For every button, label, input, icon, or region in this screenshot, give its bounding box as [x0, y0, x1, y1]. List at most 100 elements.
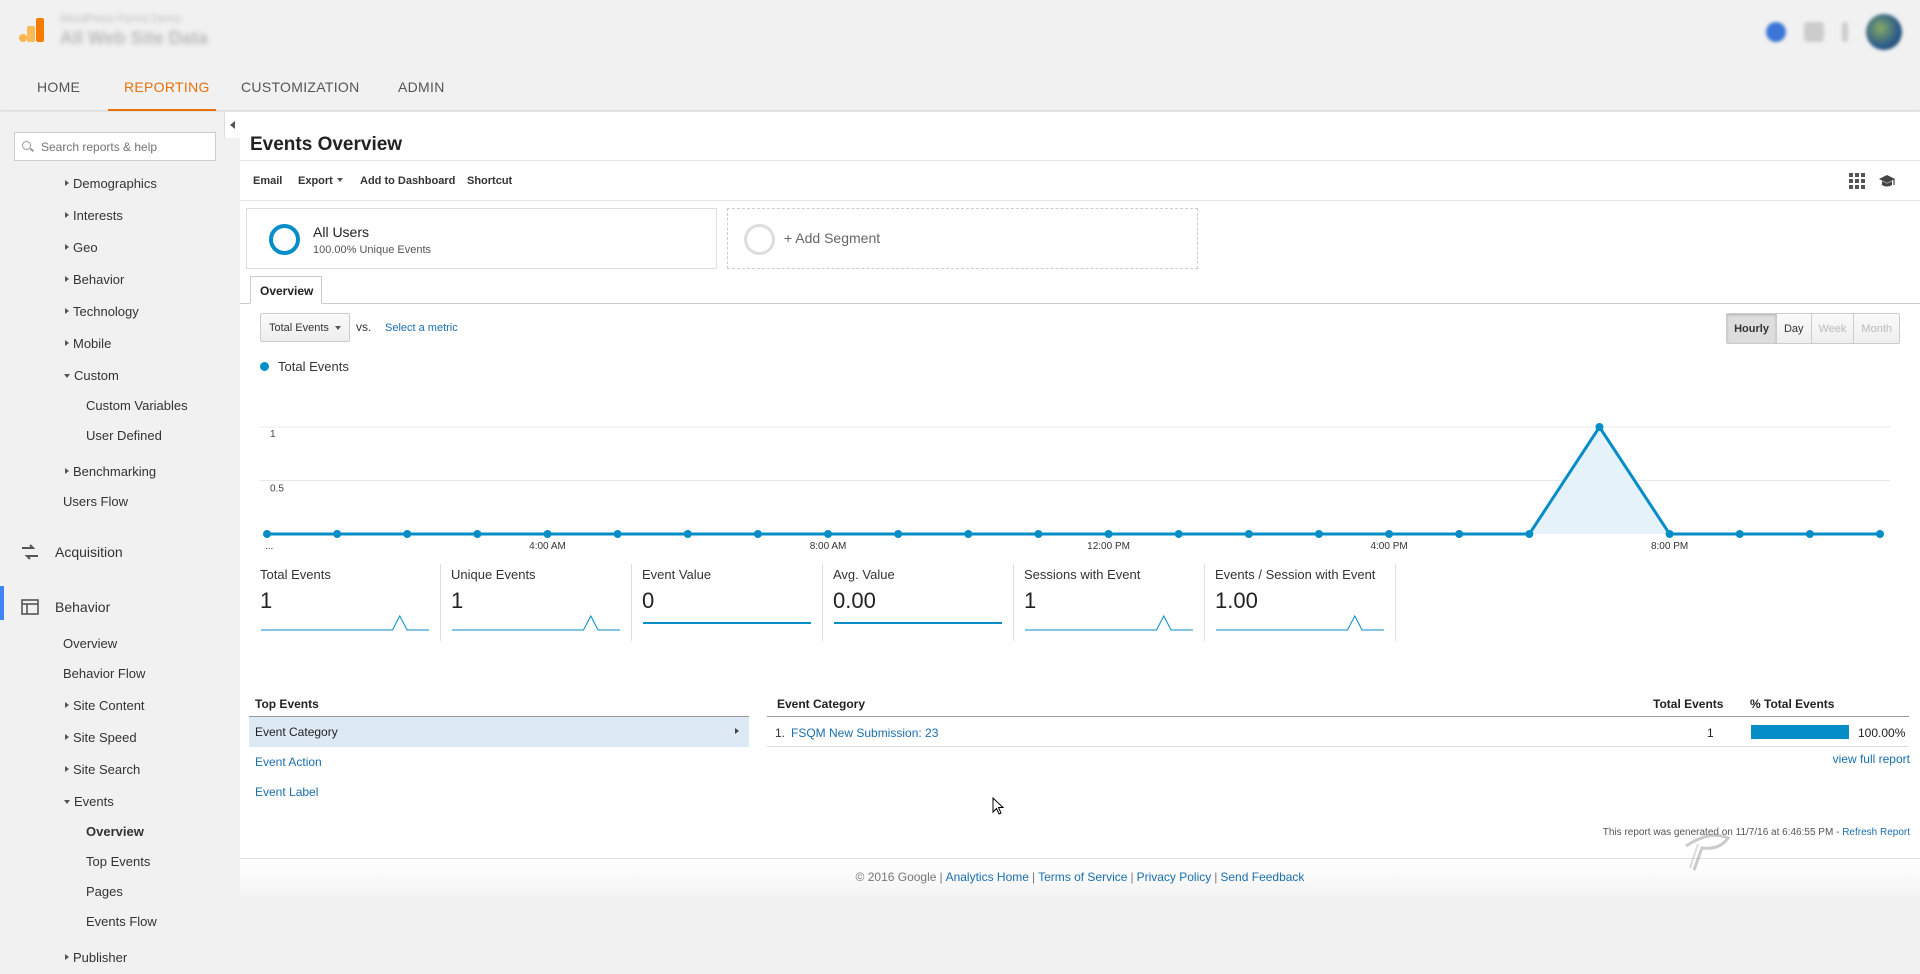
acquisition-icon [22, 544, 38, 560]
sidebar-item-user-defined[interactable]: User Defined [86, 428, 162, 443]
scorecard[interactable]: Total Events 1 [250, 564, 441, 641]
sidebar-item-technology[interactable]: Technology [65, 304, 139, 319]
tab-overview[interactable]: Overview [250, 276, 322, 304]
account-selector[interactable]: WordPress Forms Demo All Web Site Data [60, 13, 208, 49]
dimension-event-label[interactable]: Event Label [249, 777, 749, 807]
more-icon[interactable] [1842, 22, 1848, 42]
sidebar-item-users-flow[interactable]: Users Flow [63, 494, 128, 509]
sidebar-item-label: Custom [74, 368, 119, 383]
scorecard[interactable]: Events / Session with Event 1.00 [1205, 564, 1396, 641]
sidebar-item-audience-behavior[interactable]: Behavior [65, 272, 124, 287]
sidebar-item-custom-variables[interactable]: Custom Variables [86, 398, 188, 413]
data-point[interactable] [543, 530, 552, 538]
sidebar-item-custom[interactable]: Custom [64, 368, 119, 383]
sidebar-item-benchmarking[interactable]: Benchmarking [65, 464, 156, 479]
data-point[interactable] [403, 530, 412, 538]
data-point[interactable] [964, 530, 973, 538]
hourly-button[interactable]: Hourly [1727, 314, 1776, 343]
data-point[interactable] [1034, 530, 1043, 538]
data-point[interactable] [473, 530, 482, 538]
dimension-event-action[interactable]: Event Action [249, 747, 749, 777]
sidebar-item-top-events[interactable]: Top Events [86, 854, 150, 869]
tab-admin[interactable]: ADMIN [398, 79, 445, 95]
refresh-report-link[interactable]: Refresh Report [1842, 827, 1910, 838]
sidebar-item-events[interactable]: Events [64, 794, 114, 809]
sidebar-item-interests[interactable]: Interests [65, 208, 123, 223]
scorecard[interactable]: Event Value 0 [632, 564, 823, 641]
tab-customization[interactable]: CUSTOMIZATION [241, 79, 360, 95]
scorecard[interactable]: Sessions with Event 1 [1014, 564, 1205, 641]
data-point[interactable] [1104, 530, 1113, 538]
sidebar-item-pages[interactable]: Pages [86, 884, 123, 899]
day-button[interactable]: Day [1775, 314, 1811, 343]
active-section-indicator [0, 586, 4, 620]
terms-link[interactable]: Terms of Service [1038, 870, 1127, 884]
metric-select[interactable]: Total Events [260, 313, 350, 342]
data-point[interactable] [1455, 530, 1464, 538]
data-point[interactable] [1665, 530, 1674, 538]
scorecard[interactable]: Avg. Value 0.00 [823, 564, 1014, 641]
sidebar-item-behavior-overview[interactable]: Overview [63, 636, 117, 651]
search-input[interactable] [41, 138, 211, 156]
sidebar-item-site-search[interactable]: Site Search [65, 762, 140, 777]
collapse-sidebar-button[interactable] [224, 112, 240, 138]
sidebar-item-geo[interactable]: Geo [65, 240, 98, 255]
data-point[interactable] [1314, 530, 1323, 538]
sidebar-item-events-flow[interactable]: Events Flow [86, 914, 157, 929]
add-segment-button[interactable]: + Add Segment [727, 208, 1198, 269]
view-full-report-link[interactable]: view full report [1833, 752, 1910, 766]
export-button[interactable]: Export [298, 175, 343, 187]
data-point[interactable] [894, 530, 903, 538]
shortcut-button[interactable]: Shortcut [467, 175, 512, 187]
data-point[interactable] [753, 530, 762, 538]
add-to-dashboard-button[interactable]: Add to Dashboard [360, 175, 455, 187]
privacy-link[interactable]: Privacy Policy [1137, 870, 1212, 884]
data-point[interactable] [613, 530, 622, 538]
data-point[interactable] [333, 530, 342, 538]
grid-view-icon[interactable] [1848, 172, 1866, 190]
avatar[interactable] [1866, 14, 1902, 50]
scorecard[interactable]: Unique Events 1 [441, 564, 632, 641]
sidebar-item-label: Demographics [73, 176, 157, 191]
sidebar-item-events-overview[interactable]: Overview [86, 824, 144, 839]
data-point[interactable] [1595, 423, 1604, 431]
scorecard-title: Events / Session with Event [1215, 567, 1376, 582]
data-point[interactable] [1385, 530, 1394, 538]
data-point[interactable] [1735, 530, 1744, 538]
sidebar-item-label: Mobile [73, 336, 112, 351]
tab-home[interactable]: HOME [37, 79, 80, 95]
collapse-arrow-icon [64, 800, 70, 804]
sidebar-item-site-content[interactable]: Site Content [65, 698, 145, 713]
data-point[interactable] [1876, 530, 1884, 538]
data-point[interactable] [1174, 530, 1183, 538]
tab-reporting[interactable]: REPORTING [124, 79, 210, 95]
data-point[interactable] [1805, 530, 1814, 538]
analytics-home-link[interactable]: Analytics Home [946, 870, 1029, 884]
events-line-chart[interactable]: 0.5 1... 4:00 AM 8:00 AM 12:00 PM 4:00 PM 8:00… [260, 374, 1900, 554]
select-metric-link[interactable]: Select a metric [385, 322, 458, 334]
sidebar-item-site-speed[interactable]: Site Speed [65, 730, 137, 745]
data-point[interactable] [1244, 530, 1253, 538]
sidebar-item-label: Site Content [73, 698, 145, 713]
chevron-down-icon [336, 178, 343, 182]
data-point[interactable] [824, 530, 833, 538]
apps-icon[interactable] [1804, 22, 1824, 42]
sidebar-item-behavior-flow[interactable]: Behavior Flow [63, 666, 145, 681]
segment-all-users[interactable]: All Users 100.00% Unique Events [246, 208, 717, 269]
notifications-icon[interactable] [1766, 22, 1786, 42]
scorecard-title: Event Value [642, 567, 712, 582]
week-button[interactable]: Week [1810, 314, 1854, 343]
education-cap-icon[interactable] [1878, 172, 1896, 190]
analytics-logo-icon[interactable] [16, 14, 48, 46]
sidebar-item-publisher[interactable]: Publisher [65, 950, 127, 965]
email-button[interactable]: Email [253, 175, 282, 187]
data-point[interactable] [263, 530, 271, 538]
data-point[interactable] [683, 530, 692, 538]
row-category-link[interactable]: FSQM New Submission: 23 [791, 726, 938, 740]
dimension-event-category[interactable]: Event Category [249, 717, 749, 747]
data-point[interactable] [1525, 530, 1534, 538]
sidebar-item-mobile[interactable]: Mobile [65, 336, 111, 351]
send-feedback-link[interactable]: Send Feedback [1220, 870, 1304, 884]
month-button[interactable]: Month [1853, 314, 1899, 343]
sidebar-item-demographics[interactable]: Demographics [65, 176, 157, 191]
